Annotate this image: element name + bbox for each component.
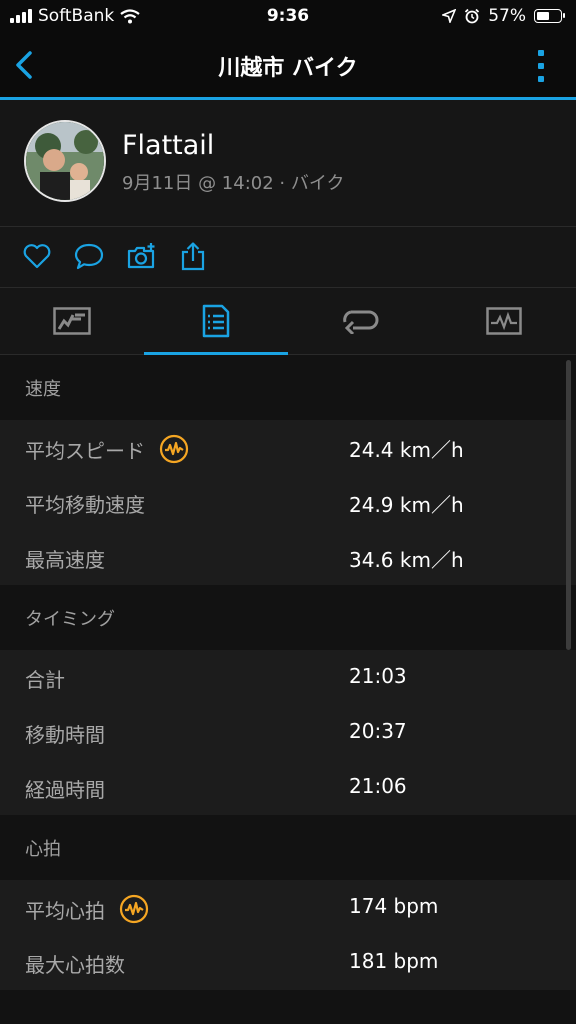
action-bar	[0, 227, 576, 288]
section-header-speed: 速度	[0, 355, 576, 411]
stat-label: 合計	[25, 668, 65, 692]
stat-label: 最高速度	[25, 548, 105, 572]
stat-label: 平均移動速度	[25, 493, 145, 517]
section-title: 速度	[25, 379, 61, 400]
stat-value: 174 bpm	[349, 894, 439, 918]
scrollbar[interactable]	[566, 360, 571, 650]
battery-icon	[534, 9, 565, 23]
comment-icon[interactable]	[74, 241, 104, 271]
activity-waveform-badge-icon[interactable]	[159, 434, 189, 464]
tab-stats[interactable]	[144, 288, 288, 355]
tab-laps[interactable]	[288, 288, 432, 354]
tab-charts[interactable]	[432, 288, 576, 354]
activity-date-type: 9月11日 @ 14:02 · バイク	[122, 173, 345, 194]
stats-list-icon	[202, 304, 230, 338]
stat-label: 平均心拍	[25, 898, 105, 923]
avatar[interactable]	[24, 120, 106, 202]
battery-percent: 57%	[488, 6, 526, 26]
stat-row-avg-moving-speed: 平均移動速度 24.9 km／h	[0, 475, 576, 530]
stat-row-max-heart-rate: 最大心拍数 181 bpm	[0, 935, 576, 990]
stat-row-max-speed: 最高速度 34.6 km／h	[0, 530, 576, 585]
stat-label: 平均スピード	[25, 438, 145, 463]
more-vertical-icon[interactable]	[536, 48, 546, 84]
charts-icon	[486, 307, 522, 335]
status-bar: SoftBank 9:36 57%	[0, 0, 576, 34]
stat-value: 21:06	[349, 774, 407, 798]
add-photo-icon[interactable]	[126, 241, 156, 271]
stat-row-avg-heart-rate: 平均心拍 174 bpm	[0, 880, 576, 935]
stat-value: 34.6 km／h	[349, 548, 464, 572]
activity-owner-header: Flattail 9月11日 @ 14:02 · バイク	[0, 100, 576, 227]
section-title: タイミング	[25, 609, 115, 630]
avatar-photo	[26, 122, 104, 200]
stat-label: 移動時間	[25, 723, 105, 747]
stat-row-avg-speed: 平均スピード 24.4 km／h	[0, 420, 576, 475]
stat-value: 20:37	[349, 719, 407, 743]
page-title: 川越市 バイク	[218, 56, 358, 81]
user-name[interactable]: Flattail	[122, 130, 214, 161]
stat-row-total-time: 合計 21:03	[0, 650, 576, 705]
battery-level-fill	[537, 12, 549, 20]
share-icon[interactable]	[178, 241, 208, 271]
laps-icon	[343, 310, 379, 334]
stat-value: 24.9 km／h	[349, 493, 464, 517]
stat-value: 181 bpm	[349, 949, 439, 973]
section-header-timing: タイミング	[0, 585, 576, 641]
alarm-icon	[465, 8, 480, 24]
heart-icon[interactable]	[22, 241, 52, 271]
stat-row-moving-time: 移動時間 20:37	[0, 705, 576, 760]
stat-value: 21:03	[349, 664, 407, 688]
stat-row-elapsed-time: 経過時間 21:06	[0, 760, 576, 815]
location-arrow-icon	[442, 9, 457, 23]
navigation-bar: 川越市 バイク	[0, 34, 576, 100]
stat-label: 最大心拍数	[25, 953, 125, 977]
section-header-heart-rate: 心拍	[0, 815, 576, 871]
section-title: 心拍	[25, 839, 61, 860]
tab-overview[interactable]	[0, 288, 144, 354]
stat-value: 24.4 km／h	[349, 438, 464, 462]
activity-tabs	[0, 288, 576, 355]
stat-label: 経過時間	[25, 778, 105, 802]
activity-waveform-badge-icon[interactable]	[119, 894, 149, 924]
map-overview-icon	[53, 307, 91, 335]
